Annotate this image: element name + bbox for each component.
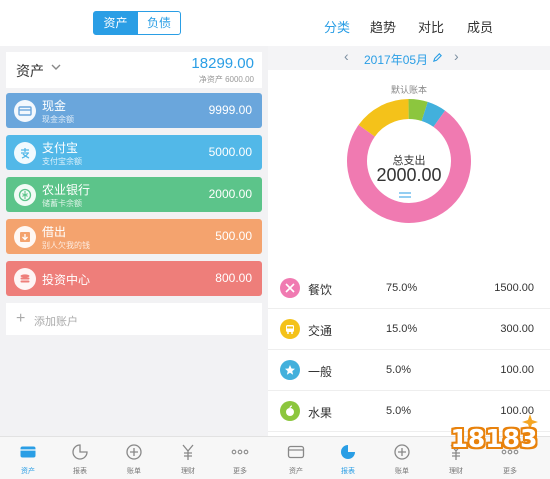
- month-selector: ‹ 2017年05月 ›: [268, 46, 550, 70]
- wallet-icon: [287, 445, 305, 459]
- nav-reports-right[interactable]: 报表: [320, 437, 376, 479]
- account-cash[interactable]: 现金 现金余额 9999.00: [6, 93, 262, 128]
- account-name: 投资中心: [42, 273, 91, 287]
- liabilities-tab[interactable]: 负债: [137, 11, 181, 35]
- account-desc: 支付宝余额: [42, 157, 82, 166]
- more-icon: [231, 449, 249, 455]
- account-amount: 5000.00: [208, 145, 252, 159]
- account-amount: 9999.00: [208, 103, 252, 117]
- swap-icon[interactable]: [396, 190, 414, 200]
- assets-tab[interactable]: 资产: [93, 11, 138, 35]
- account-name: 借出: [42, 225, 67, 239]
- assets-title: 资产: [16, 63, 44, 79]
- category-name: 一般: [308, 365, 333, 379]
- nav-label: 资产: [289, 468, 303, 475]
- card-icon: [14, 100, 36, 122]
- pencil-icon[interactable]: [432, 52, 443, 63]
- category-percent: 75.0%: [386, 282, 418, 294]
- yuan-icon: [182, 444, 194, 460]
- pie-chart-icon: [72, 444, 88, 460]
- category-amount: 1500.00: [494, 282, 534, 294]
- nav-reports-left[interactable]: 报表: [52, 437, 108, 479]
- account-alipay[interactable]: 支付宝 支付宝余额 5000.00: [6, 135, 262, 170]
- watermark-logo: 18183: [444, 408, 544, 472]
- category-row-general[interactable]: 一般 5.0% 100.00: [268, 350, 550, 391]
- nav-label: 资产: [21, 468, 35, 475]
- chevron-right-icon[interactable]: ›: [454, 48, 459, 64]
- report-screen: 分类 趋势 对比 成员 ‹ 2017年05月 › 默认账本 总支出 2000.0…: [268, 0, 550, 478]
- nav-assets-right[interactable]: 资产: [268, 437, 324, 479]
- bank-icon: [14, 184, 36, 206]
- nav-bills-right[interactable]: 账单: [374, 437, 430, 479]
- account-amount: 2000.00: [208, 187, 252, 201]
- nav-finance-left[interactable]: 理财: [160, 437, 216, 479]
- pie-chart-icon: [341, 445, 355, 459]
- nav-assets-left[interactable]: 资产: [0, 437, 56, 479]
- plus-circle-icon: [394, 444, 410, 460]
- tab-members[interactable]: 成员: [467, 17, 493, 36]
- month-label[interactable]: 2017年05月: [364, 51, 428, 68]
- lend-icon: [14, 226, 36, 248]
- donut-slice-apple[interactable]: [408, 99, 428, 122]
- invest-icon: [14, 268, 36, 290]
- donut-slice-star[interactable]: [421, 101, 446, 128]
- category-amount: 100.00: [500, 364, 534, 376]
- wallet-icon: [20, 446, 36, 458]
- category-percent: 5.0%: [386, 405, 412, 417]
- chevron-left-icon[interactable]: ‹: [344, 48, 349, 64]
- apple-icon: [280, 401, 300, 421]
- alipay-icon: [14, 142, 36, 164]
- account-name: 农业银行: [42, 183, 91, 197]
- category-amount: 300.00: [500, 323, 534, 335]
- plus-icon: +: [16, 310, 26, 327]
- dining-icon: [280, 278, 300, 298]
- watermark-text: 18183: [450, 424, 538, 453]
- net-assets: 净资产 6000.00: [198, 75, 254, 84]
- total-expense-value: 2000.00: [376, 165, 442, 185]
- star-icon: [280, 360, 300, 380]
- category-percent: 5.0%: [386, 364, 412, 376]
- nav-label: 账单: [395, 468, 409, 475]
- category-name: 交通: [308, 324, 333, 338]
- nav-bills-left[interactable]: 账单: [106, 437, 162, 479]
- account-name: 支付宝: [42, 141, 79, 155]
- account-name: 现金: [42, 99, 67, 113]
- nav-label: 理财: [181, 468, 195, 475]
- top-bar: 资产 负债: [0, 0, 268, 46]
- nav-more-left[interactable]: 更多: [212, 437, 268, 479]
- account-amount: 500.00: [215, 229, 252, 243]
- nav-label: 账单: [127, 468, 141, 475]
- category-name: 水果: [308, 406, 333, 420]
- account-desc: 别人欠我的钱: [42, 241, 90, 250]
- assets-total: 18299.00: [191, 55, 254, 72]
- chevron-down-icon: [51, 64, 61, 70]
- tab-compare[interactable]: 对比: [418, 17, 444, 36]
- bus-icon: [280, 319, 300, 339]
- category-row-transport[interactable]: 交通 15.0% 300.00: [268, 309, 550, 350]
- account-investment[interactable]: 投资中心 800.00: [6, 261, 262, 296]
- nav-label: 报表: [341, 468, 355, 475]
- book-name: 默认账本: [390, 85, 427, 95]
- plus-circle-icon: [126, 444, 142, 460]
- assets-screen: 资产 负债 资产 18299.00 净资产 6000.00 现金 现金余额 99…: [0, 0, 268, 478]
- assets-summary[interactable]: 资产 18299.00 净资产 6000.00: [6, 52, 262, 88]
- nav-label: 更多: [233, 468, 247, 475]
- account-desc: 现金余额: [42, 115, 74, 124]
- account-amount: 800.00: [215, 271, 252, 285]
- tab-trend[interactable]: 趋势: [370, 17, 396, 36]
- account-abc-bank[interactable]: 农业银行 储蓄卡余额 2000.00: [6, 177, 262, 212]
- add-account-label: 添加账户: [34, 316, 78, 328]
- account-desc: 储蓄卡余额: [42, 199, 82, 208]
- category-row-dining[interactable]: 餐饮 75.0% 1500.00: [268, 268, 550, 309]
- category-name: 餐饮: [308, 283, 333, 297]
- add-account-button[interactable]: + 添加账户: [6, 303, 262, 335]
- nav-label: 报表: [73, 468, 87, 475]
- account-lend[interactable]: 借出 别人欠我的钱 500.00: [6, 219, 262, 254]
- category-percent: 15.0%: [386, 323, 418, 335]
- tab-category[interactable]: 分类: [324, 17, 350, 36]
